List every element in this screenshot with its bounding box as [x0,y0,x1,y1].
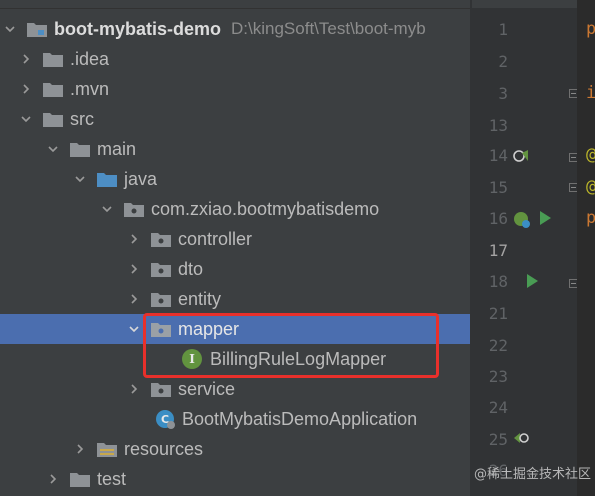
line-number: 21 [488,304,508,323]
line-number: 3 [498,84,508,103]
folder-icon [42,80,64,98]
mybatis-navigate-icon[interactable] [512,429,530,452]
tree-row-label: boot-mybatis-demo [54,18,222,39]
tree-row-entity[interactable]: entity [0,284,470,314]
chevron-right-icon[interactable] [18,51,34,67]
folder-icon [69,140,91,158]
project-path: D:\kingSoft\Test\boot-myb [231,19,426,38]
project-tool-window: boot-mybatis-demo D:\kingSoft\Test\boot-… [0,0,470,496]
tree-row-label: java [124,168,158,189]
tree-row-project-root[interactable]: boot-mybatis-demo D:\kingSoft\Test\boot-… [0,14,470,44]
tree-row-java[interactable]: java [0,164,470,194]
tree-row-dto[interactable]: dto [0,254,470,284]
tree-row-idea[interactable]: .idea [0,44,470,74]
tree-row-label: .mvn [70,78,110,99]
tree-row-label: main [97,138,137,159]
tree-row-mvn[interactable]: .mvn [0,74,470,104]
line-number: 22 [488,336,508,355]
package-icon [123,200,145,218]
tree-row-billing-rule-log-mapper[interactable]: I BillingRuleLogMapper [0,344,470,374]
code-text: p [586,19,595,39]
chevron-down-icon[interactable] [18,111,34,127]
code-editor[interactable]: p i @ @ p [577,0,595,496]
tree-row-test[interactable]: test [0,464,470,494]
interface-icon: I [182,349,202,369]
package-icon [150,320,172,338]
line-number: 18 [488,272,508,291]
run-icon[interactable] [538,210,552,231]
chevron-right-icon[interactable] [18,81,34,97]
tree-row-label: test [97,468,127,489]
module-folder-icon [26,20,48,38]
line-number: 15 [488,178,508,197]
chevron-down-icon[interactable] [126,321,142,337]
tree-row-label: src [70,108,94,129]
code-text: @ [586,177,595,197]
tree-row-mapper[interactable]: mapper [0,314,470,344]
tree-row-boot-application[interactable]: C BootMybatisDemoApplication [0,404,470,434]
tree-row-label: controller [178,228,253,249]
line-number: 16 [488,209,508,228]
tree-row-main[interactable]: main [0,134,470,164]
chevron-right-icon[interactable] [126,231,142,247]
line-number-current: 17 [488,241,508,260]
chevron-down-icon[interactable] [99,201,115,217]
chevron-right-icon[interactable] [45,471,61,487]
source-folder-icon [96,170,118,188]
project-panel-header [0,0,470,9]
line-number: 13 [488,116,508,135]
line-number: 14 [488,146,508,165]
package-icon [150,230,172,248]
spring-boot-class-icon: C [154,408,176,430]
code-text: p [586,208,595,228]
tree-row-label: service [178,378,236,399]
tree-row-label: .idea [70,48,110,69]
tree-row-label: resources [124,438,204,459]
chevron-down-icon[interactable] [45,141,61,157]
package-icon [150,290,172,308]
mybatis-navigate-icon[interactable] [512,147,530,170]
folder-icon [42,110,64,128]
tree-row-service[interactable]: service [0,374,470,404]
tree-row-label: dto [178,258,204,279]
chevron-right-icon[interactable] [72,441,88,457]
chevron-down-icon[interactable] [72,171,88,187]
tree-row-label: mapper [178,318,240,339]
tree-row-label: BillingRuleLogMapper [210,348,387,369]
tree-row-resources[interactable]: resources [0,434,470,464]
tree-row-package-root[interactable]: com.zxiao.bootmybatisdemo [0,194,470,224]
chevron-right-icon[interactable] [126,261,142,277]
line-number: 2 [498,52,508,71]
watermark: @稀土掘金技术社区 [473,467,591,482]
chevron-right-icon[interactable] [126,291,142,307]
tree-row-label: entity [178,288,222,309]
tree-row-src[interactable]: src [0,104,470,134]
package-icon [150,260,172,278]
chevron-down-icon[interactable] [2,21,18,37]
tree-row-label: BootMybatisDemoApplication [182,408,418,429]
line-number: 23 [488,367,508,386]
folder-icon [42,50,64,68]
package-icon [150,380,172,398]
line-number: 25 [488,430,508,449]
folder-icon [69,470,91,488]
spring-bean-icon[interactable] [512,209,532,234]
code-text: @ [586,145,595,165]
run-icon[interactable] [525,273,539,294]
code-text: i [586,83,595,103]
line-number: 1 [498,20,508,39]
tree-row-label: com.zxiao.bootmybatisdemo [151,198,380,219]
line-number: 24 [488,398,508,417]
tree-row-controller[interactable]: controller [0,224,470,254]
resources-folder-icon [96,440,118,458]
chevron-right-icon[interactable] [126,381,142,397]
